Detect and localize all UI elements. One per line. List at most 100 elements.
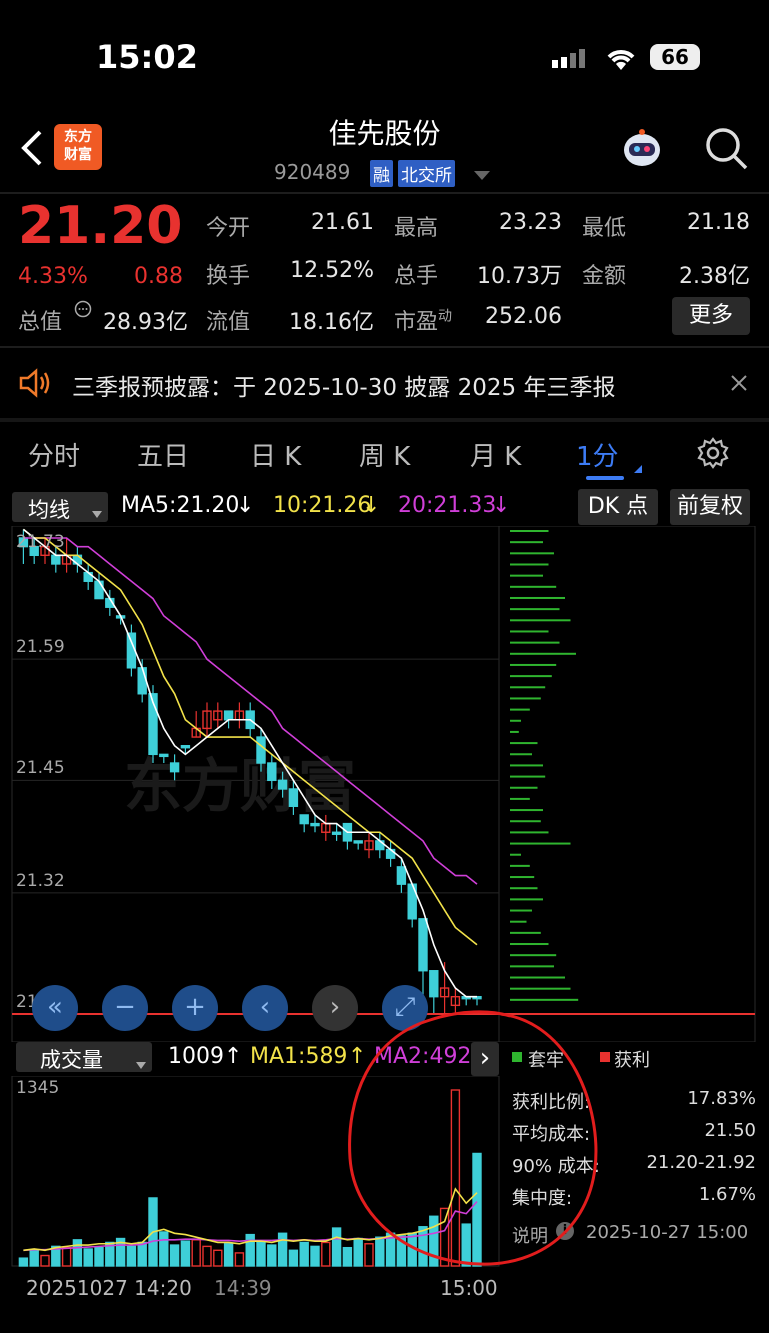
volume-bar: [83, 1248, 93, 1267]
candle-body: [137, 667, 147, 695]
y-axis-label: 21.73: [16, 532, 65, 552]
chip-date: 2025-10-27 15:00: [586, 1222, 749, 1243]
quote-value: 23.23: [499, 210, 562, 235]
watermark: 东方财富: [124, 752, 356, 820]
candle-body: [429, 970, 439, 998]
volume-bar: [213, 1249, 223, 1267]
margin-tag: 融: [370, 160, 393, 187]
quote-value: 21.61: [311, 210, 374, 235]
quote-label: 市盈动: [394, 308, 453, 335]
search-icon[interactable]: [704, 126, 748, 174]
kline-chart[interactable]: 东方财富: [0, 526, 769, 1042]
dk-point-button[interactable]: DK 点: [578, 489, 658, 525]
tab-five-day[interactable]: 五日: [137, 436, 189, 473]
quote-label: 今开: [206, 216, 251, 241]
candle-body: [299, 814, 309, 825]
chip-bar: [510, 876, 535, 879]
total-value-label: 总值: [18, 310, 63, 335]
volume-bar: [223, 1243, 234, 1267]
chip-bar: [510, 596, 565, 599]
more-button[interactable]: 更多: [672, 297, 750, 335]
chip-bar: [510, 931, 541, 934]
divider: [0, 418, 769, 422]
stock-code: 920489: [274, 160, 351, 184]
zoom-out-button[interactable]: −: [102, 985, 148, 1031]
chip-bar: [510, 976, 565, 979]
volume-bar: [94, 1246, 104, 1267]
volume-bar: [126, 1245, 137, 1267]
exchange-tag: 北交所: [398, 160, 455, 187]
gear-icon[interactable]: [696, 436, 730, 474]
chip-bar: [510, 552, 554, 555]
x-label-mid: 14:39: [214, 1276, 272, 1300]
volume-bar: [18, 1257, 29, 1267]
quote-value: 18.16亿: [289, 310, 374, 335]
candle-body: [331, 831, 342, 835]
close-icon[interactable]: [730, 374, 748, 396]
volume-bar: [180, 1240, 191, 1267]
ma10-readout: 10:21.26: [273, 493, 372, 518]
volume-bar: [202, 1245, 212, 1267]
chip-bar: [510, 786, 538, 789]
tab-daily-k[interactable]: 日 K: [250, 436, 301, 473]
chip-bar: [510, 697, 541, 700]
zoom-in-button[interactable]: +: [172, 985, 218, 1031]
info-icon[interactable]: [74, 300, 92, 322]
step-back-button[interactable]: ‹: [242, 985, 288, 1031]
chip-bar: [510, 954, 557, 957]
chip-bar: [510, 530, 549, 532]
notice-text[interactable]: 三季报预披露：于 2025-10-30 披露 2025 年三季报: [72, 368, 615, 402]
candle-body: [169, 762, 180, 773]
volume-bar: [191, 1239, 201, 1267]
volume-bar: [277, 1232, 288, 1267]
candle-body: [396, 866, 407, 885]
robot-assistant-icon[interactable]: [618, 126, 666, 176]
ma20-arrow: ↓: [492, 493, 511, 518]
change-percent: 4.33%: [18, 264, 88, 289]
battery-indicator: 66: [650, 44, 700, 70]
fast-backward-button[interactable]: «: [32, 985, 78, 1031]
chip-bar: [510, 742, 538, 745]
change-amount: 0.88: [134, 264, 183, 289]
concentration-value: 1.67%: [698, 1184, 756, 1205]
candle-body: [94, 580, 104, 600]
annotation-circle: [348, 1010, 598, 1266]
volume-indicator-select[interactable]: 成交量: [16, 1042, 152, 1072]
divider: [0, 192, 769, 194]
profit-ratio-value: 17.83%: [687, 1088, 756, 1109]
dropdown-corner-icon: [634, 458, 642, 477]
chevron-down-icon: [136, 1051, 146, 1075]
candle-body: [277, 779, 288, 790]
chip-bar: [510, 887, 538, 890]
candle-body: [418, 918, 428, 972]
chip-bar: [510, 730, 519, 733]
tab-weekly-k[interactable]: 周 K: [359, 436, 410, 473]
indicator-select[interactable]: 均线: [12, 492, 108, 522]
ma10-line: [22, 528, 478, 946]
tab-1min[interactable]: 1分: [576, 436, 619, 473]
volume-bar: [40, 1254, 50, 1267]
volume-bar: [256, 1240, 266, 1267]
candle-body: [288, 788, 299, 807]
quote-label: 最高: [394, 216, 439, 241]
tab-indicator: [586, 476, 624, 480]
volume-arrow: ↑: [224, 1044, 243, 1069]
chip-bar: [510, 820, 541, 823]
chip-bar: [510, 630, 549, 633]
adjust-select[interactable]: 前复权: [670, 489, 750, 525]
quote-label: 流值: [206, 310, 251, 335]
wifi-icon: [604, 44, 638, 76]
chip-bar: [510, 943, 549, 946]
last-price: 21.20: [18, 196, 183, 256]
x-label-start: 20251027 14:20: [26, 1276, 192, 1300]
tab-monthly-k[interactable]: 月 K: [470, 436, 521, 473]
quote-value: 12.52%: [290, 258, 374, 283]
volume-bar: [72, 1239, 83, 1267]
tab-intraday[interactable]: 分时: [28, 436, 80, 473]
chevron-down-icon[interactable]: [474, 166, 490, 185]
chip-bar: [510, 663, 557, 666]
volume-bar: [137, 1241, 147, 1267]
chip-bar: [510, 809, 543, 812]
volume-bar: [245, 1233, 255, 1267]
candle-body: [256, 736, 266, 764]
